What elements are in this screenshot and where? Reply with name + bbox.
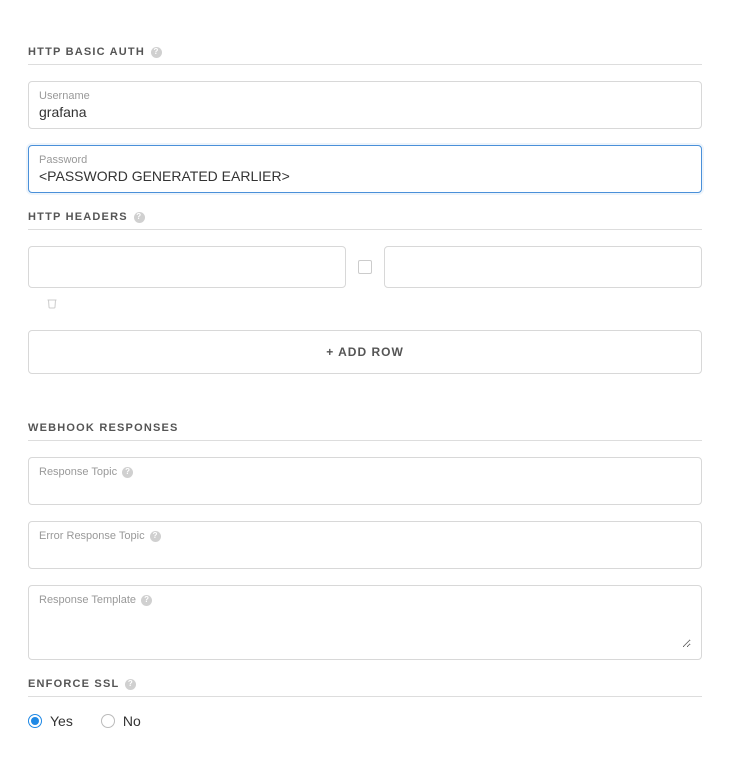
section-title: ENFORCE SSL bbox=[28, 678, 119, 690]
response-topic-group: Response Topic ? bbox=[28, 457, 702, 505]
password-input[interactable] bbox=[39, 168, 691, 184]
header-key-input[interactable] bbox=[28, 246, 346, 288]
help-icon[interactable]: ? bbox=[125, 679, 136, 690]
error-response-topic-wrapper[interactable]: Error Response Topic ? bbox=[28, 521, 702, 569]
section-title: HTTP BASIC AUTH bbox=[28, 46, 145, 58]
username-label: Username bbox=[39, 90, 691, 102]
section-title: WEBHOOK RESPONSES bbox=[28, 422, 179, 434]
response-template-input[interactable] bbox=[39, 608, 691, 648]
section-title: HTTP HEADERS bbox=[28, 211, 128, 223]
username-wrapper[interactable]: Username bbox=[28, 81, 702, 129]
response-template-wrapper[interactable]: Response Template ? bbox=[28, 585, 702, 660]
response-topic-input[interactable] bbox=[39, 480, 691, 496]
error-response-topic-input[interactable] bbox=[39, 544, 691, 560]
help-icon[interactable]: ? bbox=[150, 531, 161, 542]
radio-icon bbox=[101, 714, 115, 728]
response-topic-wrapper[interactable]: Response Topic ? bbox=[28, 457, 702, 505]
header-checkbox[interactable] bbox=[358, 260, 372, 274]
header-row bbox=[28, 246, 702, 288]
password-label: Password bbox=[39, 154, 691, 166]
section-header-basic-auth: HTTP BASIC AUTH ? bbox=[28, 46, 702, 65]
radio-label-no: No bbox=[123, 713, 141, 729]
radio-icon bbox=[28, 714, 42, 728]
radio-inner-icon bbox=[31, 717, 39, 725]
enforce-ssl-no[interactable]: No bbox=[101, 713, 141, 729]
username-input[interactable] bbox=[39, 104, 691, 120]
enforce-ssl-yes[interactable]: Yes bbox=[28, 713, 73, 729]
radio-label-yes: Yes bbox=[50, 713, 73, 729]
response-template-label: Response Template ? bbox=[39, 594, 691, 606]
section-header-http-headers: HTTP HEADERS ? bbox=[28, 211, 702, 230]
delete-row-icon[interactable] bbox=[46, 296, 702, 312]
help-icon[interactable]: ? bbox=[141, 595, 152, 606]
password-wrapper[interactable]: Password bbox=[28, 145, 702, 193]
error-response-topic-group: Error Response Topic ? bbox=[28, 521, 702, 569]
section-header-enforce-ssl: ENFORCE SSL ? bbox=[28, 678, 702, 697]
response-topic-label: Response Topic ? bbox=[39, 466, 691, 478]
help-icon[interactable]: ? bbox=[151, 47, 162, 58]
response-template-group: Response Template ? bbox=[28, 585, 702, 660]
password-group: Password bbox=[28, 145, 702, 193]
add-row-button[interactable]: + ADD ROW bbox=[28, 330, 702, 374]
section-header-webhook-responses: WEBHOOK RESPONSES bbox=[28, 422, 702, 441]
enforce-ssl-radio-group: Yes No bbox=[28, 713, 702, 729]
header-value-input[interactable] bbox=[384, 246, 702, 288]
error-response-topic-label: Error Response Topic ? bbox=[39, 530, 691, 542]
help-icon[interactable]: ? bbox=[122, 467, 133, 478]
username-group: Username bbox=[28, 81, 702, 129]
help-icon[interactable]: ? bbox=[134, 212, 145, 223]
